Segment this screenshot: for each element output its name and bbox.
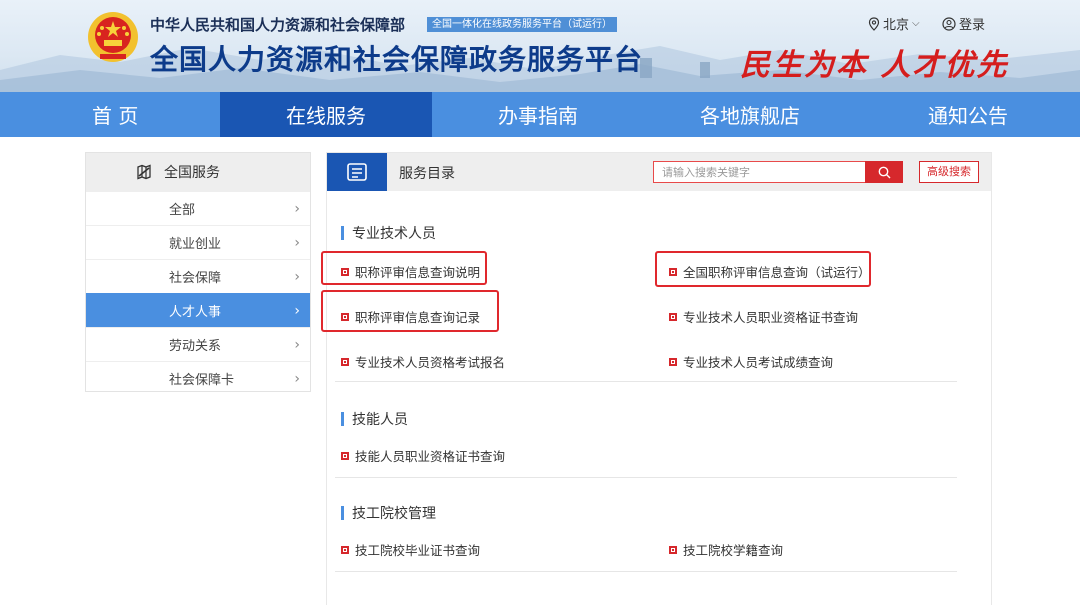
advanced-search-button[interactable]: 高级搜索 (919, 161, 979, 183)
section-bar (341, 506, 344, 520)
nav-notices[interactable]: 通知公告 (856, 92, 1080, 137)
sidebar-item-social-security-card[interactable]: 社会保障卡 › (86, 361, 310, 395)
section-title-professional: 专业技术人员 (341, 223, 436, 243)
login-link[interactable]: 登录 (942, 14, 985, 33)
chevron-right-icon: › (294, 302, 300, 319)
chevron-right-icon: › (294, 234, 300, 251)
directory-header: 服务目录 高级搜索 (327, 153, 991, 191)
sidebar-item-social-security[interactable]: 社会保障 › (86, 259, 310, 293)
bullet-icon (341, 357, 349, 366)
region-label: 北京 (883, 18, 910, 33)
login-label: 登录 (959, 18, 986, 33)
directory-title: 服务目录 (399, 166, 455, 182)
search-icon (878, 166, 890, 178)
link-label: 专业技术人员考试成绩查询 (683, 355, 834, 370)
link-professional-exam-registration[interactable]: 专业技术人员资格考试报名 (341, 352, 505, 371)
link-label: 技工院校学籍查询 (683, 543, 784, 558)
chevron-right-icon: › (294, 268, 300, 285)
directory-icon (327, 153, 387, 191)
ministry-name: 中华人民共和国人力资源和社会保障部 (150, 16, 406, 34)
section-divider (335, 381, 957, 382)
chevron-right-icon: › (294, 336, 300, 353)
sidebar-item-label: 人才人事 (169, 305, 222, 320)
platform-tag: 全国一体化在线政务服务平台（试运行） (427, 17, 617, 32)
section-bar (341, 412, 344, 426)
sidebar-title: 全国服务 (164, 165, 220, 181)
sidebar-item-talent-personnel[interactable]: 人才人事 › (86, 293, 310, 327)
nav-online-service[interactable]: 在线服务 (220, 92, 432, 137)
main-nav: 首 页 在线服务 办事指南 各地旗舰店 通知公告 (0, 92, 1080, 137)
map-icon (137, 164, 151, 180)
sidebar-item-label: 劳动关系 (169, 339, 222, 354)
section-title-technical-schools: 技工院校管理 (341, 503, 436, 523)
site-header: 中华人民共和国人力资源和社会保障部 全国一体化在线政务服务平台（试运行） 全国人… (0, 0, 1080, 92)
section-title-label: 技能人员 (352, 412, 408, 428)
sidebar-item-all[interactable]: 全部 › (86, 191, 310, 225)
national-emblem-icon (86, 10, 140, 64)
section-title-label: 专业技术人员 (352, 226, 436, 242)
search-box (653, 161, 903, 183)
platform-title: 全国人力资源和社会保障政务服务平台 (150, 43, 644, 76)
chevron-down-icon: ⌵ (912, 18, 920, 29)
link-school-graduation-cert-query[interactable]: 技工院校毕业证书查询 (341, 540, 480, 559)
bullet-icon (669, 357, 677, 366)
sidebar-item-labor-relations[interactable]: 劳动关系 › (86, 327, 310, 361)
section-title-skilled: 技能人员 (341, 409, 408, 429)
location-pin-icon (868, 16, 880, 31)
bullet-icon (341, 545, 349, 554)
list-icon (347, 163, 367, 181)
bullet-icon (341, 451, 349, 460)
bullet-icon (669, 312, 677, 321)
highlight-box (321, 251, 487, 285)
sidebar-item-employment[interactable]: 就业创业 › (86, 225, 310, 259)
link-skilled-cert-query[interactable]: 技能人员职业资格证书查询 (341, 446, 505, 465)
bullet-icon (669, 545, 677, 554)
sidebar-header: 全国服务 (86, 153, 310, 191)
chevron-right-icon: › (294, 200, 300, 217)
sidebar-item-label: 就业创业 (169, 237, 222, 252)
sidebar-item-label: 社会保障 (169, 271, 222, 286)
link-label: 技工院校毕业证书查询 (355, 543, 481, 558)
section-divider (335, 571, 957, 572)
sidebar-item-label: 全部 (169, 203, 196, 218)
search-input[interactable] (654, 162, 865, 182)
service-directory: 服务目录 高级搜索 专业技术人员 职称评审信息查询说明 全国职称评审信息查询（试… (321, 152, 992, 605)
link-professional-cert-query[interactable]: 专业技术人员职业资格证书查询 (669, 307, 858, 326)
sidebar: 全国服务 全部 › 就业创业 › 社会保障 › 人才人事 › 劳动关系 › 社会… (85, 152, 311, 392)
link-label: 专业技术人员资格考试报名 (355, 355, 506, 370)
chevron-right-icon: › (294, 370, 300, 387)
link-label: 专业技术人员职业资格证书查询 (683, 310, 859, 325)
section-title-label: 技工院校管理 (352, 506, 436, 522)
nav-home[interactable]: 首 页 (0, 92, 220, 137)
search-button[interactable] (865, 161, 903, 183)
highlight-box (655, 251, 871, 287)
sidebar-item-label: 社会保障卡 (169, 373, 235, 388)
nav-service-guide[interactable]: 办事指南 (432, 92, 644, 137)
section-divider (335, 477, 957, 478)
link-professional-exam-scores[interactable]: 专业技术人员考试成绩查询 (669, 352, 833, 371)
link-school-enrollment-query[interactable]: 技工院校学籍查询 (669, 540, 783, 559)
highlight-box (321, 290, 499, 332)
nav-local-stores[interactable]: 各地旗舰店 (644, 92, 856, 137)
region-selector[interactable]: 北京 ⌵ (868, 14, 920, 33)
section-bar (341, 226, 344, 240)
slogan: 民生为本 人才优先 (740, 48, 1009, 83)
link-label: 技能人员职业资格证书查询 (355, 449, 506, 464)
user-icon (942, 16, 956, 31)
